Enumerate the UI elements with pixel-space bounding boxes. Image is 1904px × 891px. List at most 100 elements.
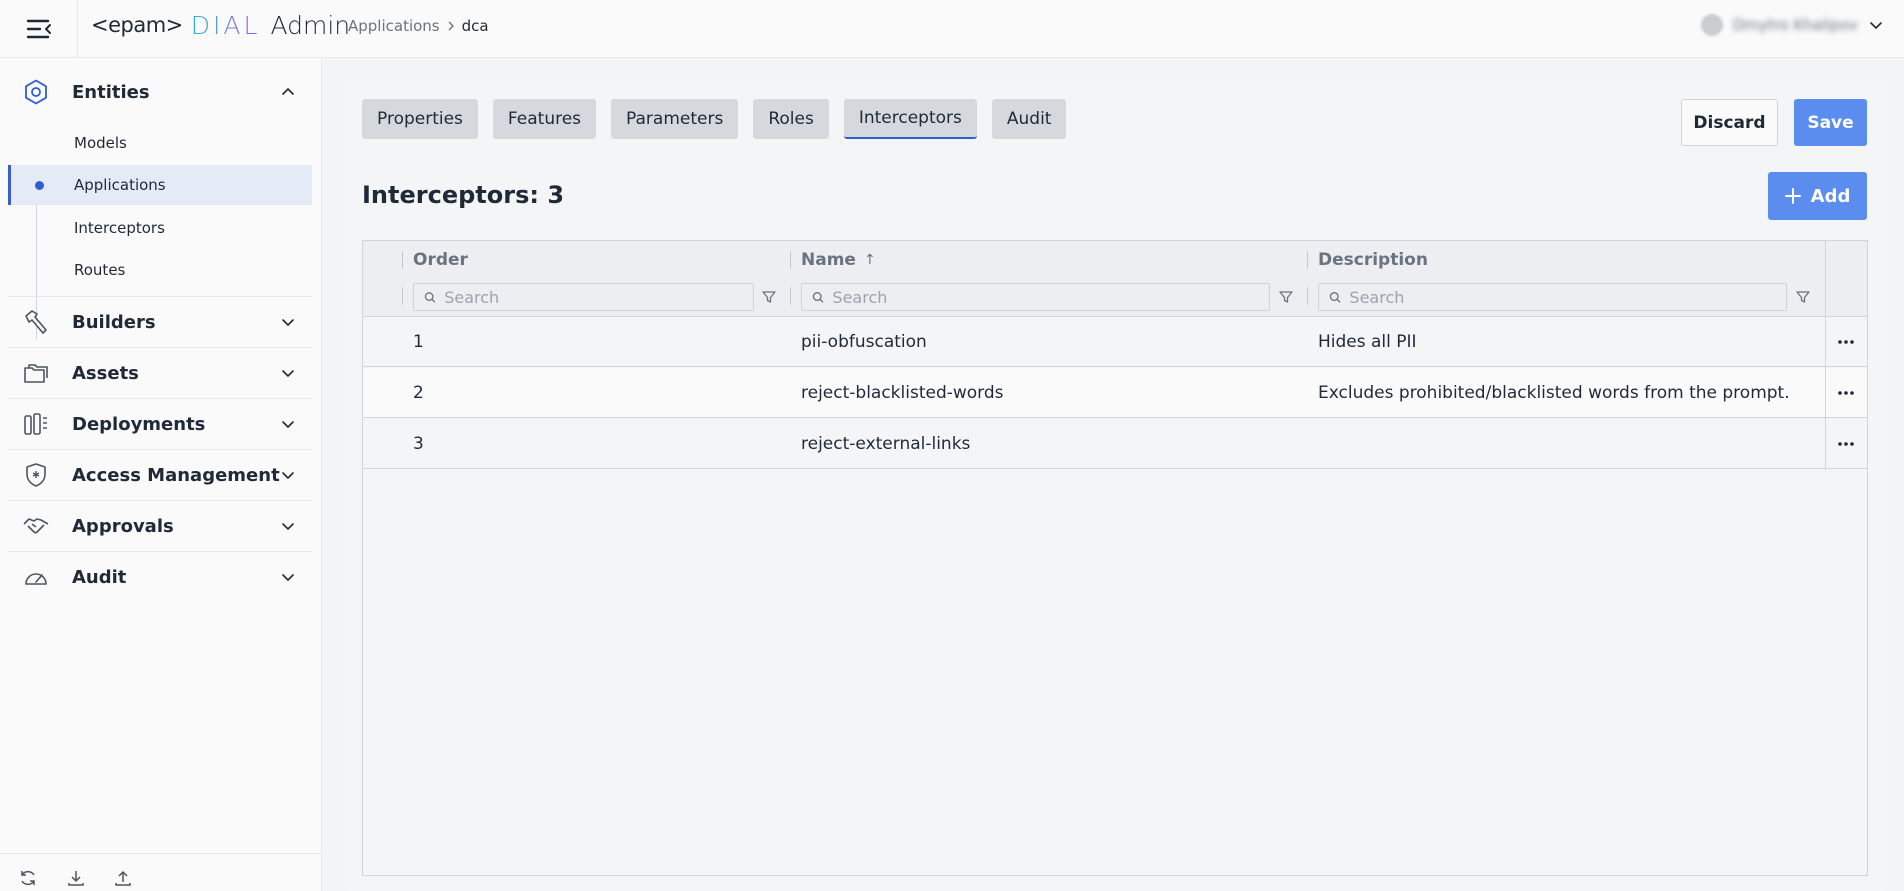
tab-features[interactable]: Features	[492, 99, 597, 139]
name-cell: reject-blacklisted-words	[801, 383, 1004, 403]
refresh-icon[interactable]	[18, 868, 38, 888]
sidebar-section-label: Approvals	[72, 515, 174, 537]
chevron-down-icon[interactable]	[1868, 17, 1884, 33]
column-divider	[1307, 287, 1308, 305]
plus-icon	[1784, 188, 1801, 204]
name-cell: pii-obfuscation	[801, 332, 927, 352]
order-cell: 2	[413, 383, 424, 403]
breadcrumb-chevron-icon	[448, 21, 454, 31]
sidebar-section-access-management[interactable]: Access Management	[8, 450, 312, 500]
sidebar-section-label: Audit	[72, 566, 127, 588]
description-cell: Hides all PII	[1318, 332, 1417, 352]
breadcrumb: Applications dca	[348, 17, 489, 35]
tab-bar: Properties Features Parameters Roles Int…	[362, 99, 1067, 139]
tab-parameters[interactable]: Parameters	[611, 99, 739, 139]
tab-interceptors[interactable]: Interceptors	[843, 99, 977, 139]
sidebar-footer	[0, 853, 321, 891]
search-icon	[812, 291, 824, 303]
order-cell: 3	[413, 434, 424, 454]
sidebar-section-assets[interactable]: Assets	[8, 348, 312, 398]
menu-toggle-button[interactable]	[0, 0, 78, 58]
breadcrumb-parent-link[interactable]: Applications	[348, 17, 440, 35]
table-row[interactable]: 3 reject-external-links	[363, 419, 1867, 469]
logo-suffix: Admin	[270, 10, 351, 40]
handshake-icon	[22, 512, 50, 540]
name-cell: reject-external-links	[801, 434, 971, 454]
menu-collapse-icon	[26, 19, 51, 39]
column-header-label: Name	[801, 250, 856, 270]
name-search-field[interactable]	[801, 283, 1270, 311]
search-icon	[1329, 291, 1341, 303]
chevron-down-icon	[282, 523, 294, 531]
column-divider[interactable]	[1307, 251, 1308, 269]
sidebar-item-label: Models	[74, 134, 127, 152]
sidebar-section-approvals[interactable]: Approvals	[8, 501, 312, 551]
download-icon[interactable]	[66, 868, 86, 888]
section-title: Interceptors: 3	[362, 181, 565, 209]
column-divider[interactable]	[790, 251, 791, 269]
order-cell: 1	[413, 332, 424, 352]
app-logo[interactable]: <epam> DIAL Admin	[91, 10, 350, 40]
sidebar-section-entities[interactable]: Entities	[8, 72, 312, 112]
table-row[interactable]: 2 reject-blacklisted-words Excludes proh…	[363, 368, 1867, 418]
description-search-field[interactable]	[1318, 283, 1787, 311]
sidebar-section-label: Access Management	[72, 464, 280, 486]
sidebar-item-routes[interactable]: Routes	[8, 250, 312, 290]
filter-icon[interactable]	[761, 289, 777, 305]
name-search-input[interactable]	[832, 287, 1269, 307]
column-header-description[interactable]: Description	[1318, 241, 1428, 279]
top-bar: <epam> DIAL Admin Applications dca Dmytr…	[0, 0, 1904, 58]
column-header-name[interactable]: Name ↑	[801, 241, 876, 279]
table-header: Order Name ↑ Description	[363, 241, 1867, 317]
sidebar-item-label: Applications	[74, 176, 166, 194]
hammer-icon	[22, 308, 50, 336]
gauge-icon	[22, 563, 50, 591]
upload-icon[interactable]	[113, 868, 133, 888]
save-button[interactable]: Save	[1794, 99, 1867, 146]
sidebar: Entities Models Applications Interceptor…	[0, 58, 322, 891]
folders-icon	[22, 359, 50, 387]
actions-column-border	[1825, 317, 1867, 470]
sidebar-section-audit[interactable]: Audit	[8, 552, 312, 602]
description-search-input[interactable]	[1349, 287, 1786, 307]
sidebar-item-models[interactable]: Models	[8, 123, 312, 163]
active-dot-icon	[35, 180, 44, 190]
tab-audit[interactable]: Audit	[991, 99, 1067, 139]
chevron-down-icon	[282, 472, 294, 480]
breadcrumb-current: dca	[461, 17, 489, 35]
order-search-input[interactable]	[444, 287, 753, 307]
hexagon-icon	[22, 78, 50, 106]
filter-icon[interactable]	[1278, 289, 1294, 305]
chevron-up-icon	[282, 87, 294, 95]
sidebar-item-interceptors[interactable]: Interceptors	[8, 208, 312, 248]
description-cell: Excludes prohibited/blacklisted words fr…	[1318, 383, 1790, 403]
column-header-order[interactable]: Order	[413, 241, 468, 279]
search-icon	[424, 291, 436, 303]
sidebar-section-deployments[interactable]: Deployments	[8, 399, 312, 449]
filter-icon[interactable]	[1795, 289, 1811, 305]
sidebar-section-label: Entities	[72, 81, 150, 103]
discard-button[interactable]: Discard	[1681, 99, 1778, 146]
interceptors-table: Order Name ↑ Description Search Search S…	[362, 240, 1868, 876]
chevron-down-icon	[282, 421, 294, 429]
user-menu[interactable]: Dmytro Khalipov	[1700, 14, 1884, 36]
logo-brand: <epam>	[91, 13, 183, 37]
shield-icon	[22, 461, 50, 489]
column-divider	[790, 287, 791, 305]
main-panel: Properties Features Parameters Roles Int…	[343, 79, 1888, 891]
chevron-down-icon	[282, 574, 294, 582]
column-divider	[1825, 241, 1826, 317]
chevron-down-icon	[282, 370, 294, 378]
sidebar-section-label: Deployments	[72, 413, 206, 435]
sidebar-section-builders[interactable]: Builders	[8, 297, 312, 347]
avatar	[1700, 14, 1723, 36]
tab-properties[interactable]: Properties	[362, 99, 478, 139]
column-divider	[402, 287, 403, 305]
order-search-field[interactable]	[413, 283, 754, 311]
table-row[interactable]: 1 pii-obfuscation Hides all PII	[363, 317, 1867, 367]
sort-ascending-icon: ↑	[863, 252, 876, 268]
sidebar-item-applications[interactable]: Applications	[8, 165, 312, 205]
tab-roles[interactable]: Roles	[753, 99, 829, 139]
column-header-label: Order	[413, 250, 468, 270]
add-interceptor-button[interactable]: Add	[1768, 172, 1867, 220]
